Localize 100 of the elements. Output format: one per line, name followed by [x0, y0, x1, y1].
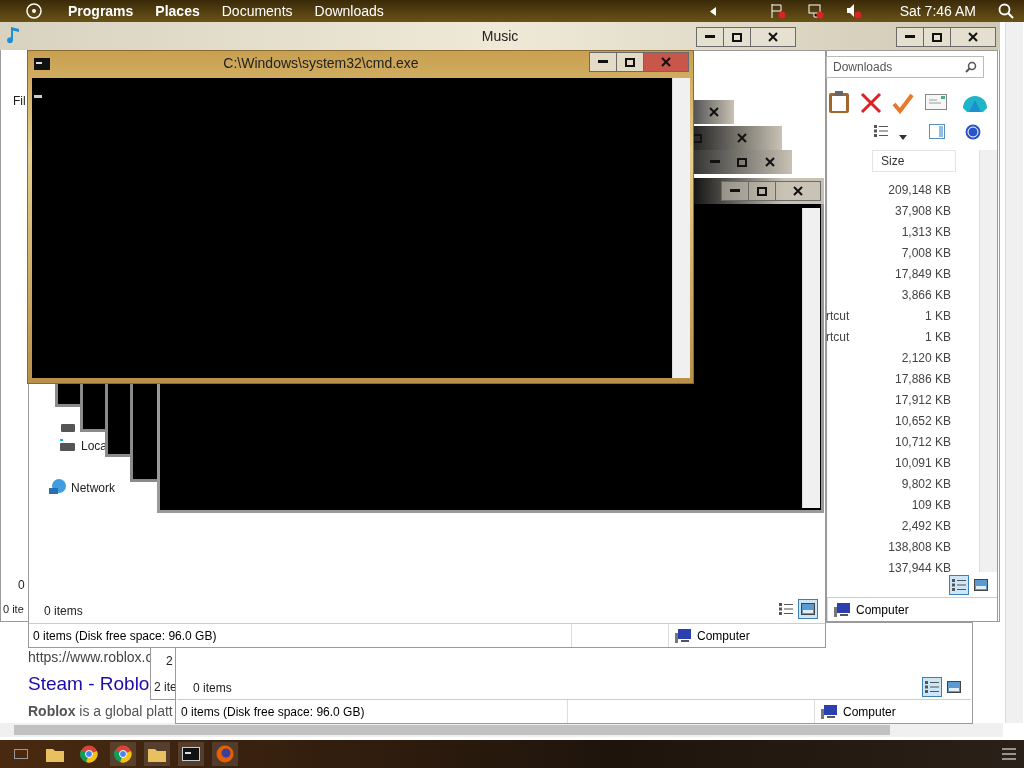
size-cell: 17,912 KB — [894, 392, 951, 407]
flag-icon[interactable] — [769, 3, 786, 19]
clipboard-icon[interactable] — [828, 90, 850, 114]
size-cell: 9,802 KB — [901, 476, 951, 491]
maximize-icon — [757, 186, 767, 196]
minimize-button[interactable] — [896, 27, 924, 47]
minimize-button[interactable] — [589, 52, 617, 72]
close-icon — [661, 57, 671, 67]
vertical-scrollbar[interactable] — [1005, 22, 1023, 723]
pane-icon[interactable] — [929, 124, 945, 139]
maximize-icon — [932, 32, 942, 42]
minimize-icon — [905, 35, 915, 39]
search-field[interactable]: Downloads — [826, 56, 984, 78]
vertical-scrollbar[interactable] — [802, 208, 820, 508]
view-button[interactable] — [798, 599, 818, 619]
envelope-icon[interactable] — [925, 94, 947, 110]
size-cell: 10,712 KB — [894, 434, 951, 449]
panel-menu-item[interactable]: Downloads — [314, 3, 384, 19]
maximize-icon — [732, 32, 742, 42]
network-icon[interactable] — [807, 3, 824, 19]
size-cell: 10,652 KB — [894, 413, 951, 428]
maximize-button[interactable] — [748, 181, 776, 201]
maximize-button[interactable] — [723, 27, 751, 47]
status-location: Computer — [827, 598, 984, 621]
menu-text: Fil — [13, 94, 26, 108]
checkmark-icon[interactable] — [892, 92, 914, 114]
size-cell: 3,866 KB — [901, 287, 951, 302]
search-icon[interactable] — [998, 3, 1014, 19]
size-cell: 17,849 KB — [894, 266, 951, 281]
vertical-scrollbar[interactable] — [672, 78, 690, 378]
size-cell: 7,008 KB — [901, 245, 951, 260]
taskbar-console-icon[interactable] — [178, 742, 204, 766]
status-location: Computer — [814, 700, 971, 723]
size-cell: 1 KB — [925, 308, 951, 323]
details-view-icon — [874, 125, 888, 137]
details-view-icon — [925, 681, 939, 693]
computer-icon — [675, 628, 691, 643]
close-icon — [737, 133, 747, 143]
menu-circle-icon[interactable] — [26, 3, 42, 19]
speaker-icon[interactable] — [845, 3, 862, 19]
size-cell: 209,148 KB — [888, 182, 951, 197]
preview-view-icon — [974, 579, 988, 591]
minimize-icon — [709, 160, 720, 164]
music-note-icon — [6, 26, 20, 44]
nav-item[interactable]: Network — [71, 481, 115, 495]
left-arrow-icon[interactable] — [709, 6, 716, 16]
size-cell: 138,808 KB — [888, 539, 951, 554]
clock-text[interactable]: Sat 7:46 AM — [899, 3, 976, 19]
delete-icon[interactable] — [860, 92, 882, 114]
console-icon — [34, 58, 50, 70]
column-header[interactable]: Size — [872, 150, 956, 172]
minimize-button[interactable] — [721, 181, 749, 201]
status-location: Computer — [668, 624, 825, 647]
preview-view-icon — [801, 603, 815, 615]
url-text: https://www.roblox.c — [28, 649, 153, 665]
computer-icon — [834, 602, 850, 617]
computer-icon — [821, 704, 837, 719]
details-view-icon — [779, 603, 793, 615]
items-text: 0 items — [193, 681, 232, 695]
close-icon — [968, 32, 978, 42]
preview-view-icon — [947, 681, 961, 693]
dropdown-arrow-icon[interactable] — [899, 135, 907, 140]
taskbar-browser-icon[interactable] — [110, 742, 136, 766]
close-button[interactable] — [775, 181, 821, 201]
drive-icon — [60, 439, 75, 451]
close-icon — [768, 32, 778, 42]
minimize-icon — [598, 60, 608, 64]
close-icon — [764, 157, 775, 167]
panel-menu-item[interactable]: Documents — [221, 3, 293, 19]
status-text: 0 ite — [3, 603, 24, 615]
taskbar-folder-icon[interactable] — [144, 742, 170, 766]
panel-menu-item[interactable]: Places — [155, 3, 200, 19]
drive-icon — [61, 424, 75, 432]
count-text: 2 — [166, 654, 173, 668]
maximize-button[interactable] — [616, 52, 644, 72]
close-button[interactable] — [950, 27, 996, 47]
text-cursor — [34, 95, 42, 98]
size-cell: 1,313 KB — [901, 224, 951, 239]
search-result-link[interactable]: Steam - Roblo — [28, 673, 150, 695]
menu-icon[interactable] — [1002, 748, 1016, 760]
size-cell: 1 KB — [925, 329, 951, 344]
view-button[interactable] — [949, 575, 969, 595]
maximize-button[interactable] — [923, 27, 951, 47]
search-icon — [965, 61, 977, 73]
view-button[interactable] — [922, 677, 942, 697]
vertical-scrollbar[interactable] — [979, 150, 997, 572]
panel-menu-item[interactable]: Programs — [68, 3, 134, 19]
close-icon — [793, 186, 803, 196]
close-button[interactable] — [750, 27, 796, 47]
minimize-button[interactable] — [696, 27, 724, 47]
taskbar-fox-icon[interactable] — [212, 742, 238, 766]
details-view-icon — [952, 579, 966, 591]
size-cell: 10,091 KB — [894, 455, 951, 470]
items-text: 0 items — [44, 604, 83, 618]
file-name-cell: rtcut — [826, 308, 850, 323]
maximize-icon — [625, 57, 635, 67]
maximize-icon — [737, 157, 747, 167]
maximize-icon — [692, 133, 702, 143]
minimize-icon — [705, 35, 715, 39]
size-cell: 37,908 KB — [894, 203, 951, 218]
